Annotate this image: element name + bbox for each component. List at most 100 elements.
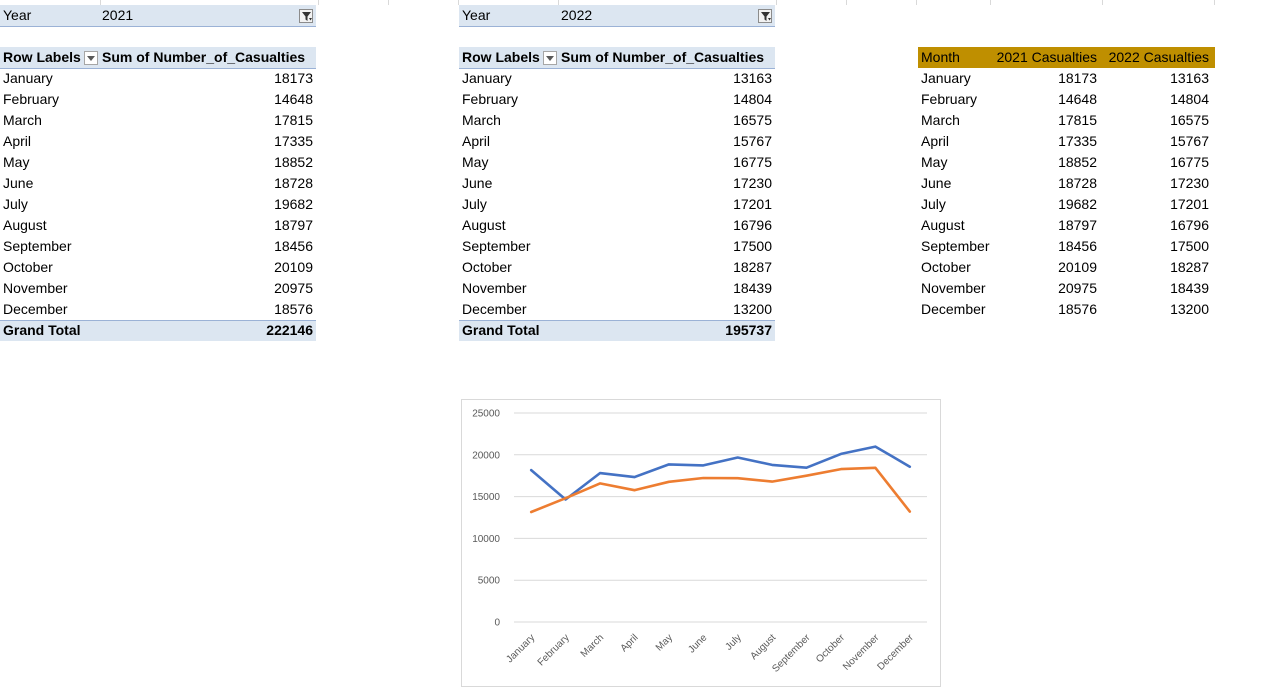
x-tick-label: January <box>504 632 537 665</box>
x-tick-label: June <box>686 632 709 655</box>
y-tick-label: 0 <box>494 618 500 629</box>
row-label-month[interactable]: April <box>462 131 490 152</box>
cmp-month: December <box>921 301 986 317</box>
cmp-month: May <box>921 154 948 170</box>
header-2021: 2021 Casualties <box>996 49 1097 65</box>
cmp-2022-value: 18287 <box>1170 259 1209 275</box>
row-value: 15767 <box>733 133 772 149</box>
cmp-month: August <box>921 217 965 233</box>
row-label-month[interactable]: September <box>3 236 71 257</box>
cmp-2021-value: 17335 <box>1058 133 1097 149</box>
row-value: 20975 <box>274 280 313 296</box>
cmp-2022-value: 16796 <box>1170 217 1209 233</box>
header-2022: 2022 Casualties <box>1108 49 1209 65</box>
row-labels-header: Row Labels <box>3 49 81 65</box>
report-filter-row <box>0 5 316 27</box>
row-label-month[interactable]: October <box>462 257 512 278</box>
row-label-month[interactable]: March <box>3 110 42 131</box>
x-tick-label: October <box>814 632 847 665</box>
x-tick-label: August <box>748 632 778 662</box>
row-label-month[interactable]: February <box>3 89 59 110</box>
row-value: 17500 <box>733 238 772 254</box>
row-label-month[interactable]: October <box>3 257 53 278</box>
y-tick-label: 15000 <box>472 492 500 503</box>
row-value: 13163 <box>733 70 772 86</box>
filter-label: Year <box>462 7 491 23</box>
cmp-month: April <box>921 133 950 149</box>
grand-total-value: 222146 <box>266 322 313 338</box>
chart-canvas: 0 5000 10000 15000 20000 25000 JanuaryFebruary… <box>472 409 927 675</box>
row-labels-header: Row Labels <box>462 49 540 65</box>
cmp-2022-value: 15767 <box>1170 133 1209 149</box>
row-label-month[interactable]: May <box>462 152 488 173</box>
cmp-2021-value: 17815 <box>1058 112 1097 128</box>
cmp-2021-value: 19682 <box>1058 196 1097 212</box>
row-labels-dropdown-icon[interactable] <box>543 51 557 65</box>
row-label-month[interactable]: November <box>462 278 527 299</box>
column-guide <box>776 0 777 5</box>
row-value: 18456 <box>274 238 313 254</box>
filter-label: Year <box>3 7 32 23</box>
x-tick-label: May <box>654 632 675 653</box>
row-value: 17335 <box>274 133 313 149</box>
row-label-month[interactable]: June <box>3 173 33 194</box>
row-label-month[interactable]: September <box>462 236 530 257</box>
cmp-month: October <box>921 259 971 275</box>
row-label-month[interactable]: August <box>3 215 47 236</box>
column-guide <box>1214 0 1215 5</box>
row-label-month[interactable]: July <box>462 194 487 215</box>
row-value: 14648 <box>274 91 313 107</box>
row-value: 18287 <box>733 259 772 275</box>
row-label-month[interactable]: November <box>3 278 68 299</box>
sum-header: Sum of Number_of_Casualties <box>102 49 306 65</box>
row-label-month[interactable]: April <box>3 131 31 152</box>
row-label-month[interactable]: December <box>462 299 527 320</box>
cmp-2022-value: 17230 <box>1170 175 1209 191</box>
cmp-2021-value: 18456 <box>1058 238 1097 254</box>
cmp-2022-value: 13163 <box>1170 70 1209 86</box>
cmp-2022-value: 17201 <box>1170 196 1209 212</box>
row-value: 16796 <box>733 217 772 233</box>
cmp-2022-value: 13200 <box>1170 301 1209 317</box>
column-guide <box>916 0 917 5</box>
column-guide <box>846 0 847 5</box>
cmp-month: January <box>921 70 971 86</box>
cmp-month: September <box>921 238 990 254</box>
row-label-month[interactable]: January <box>462 68 512 89</box>
row-label-month[interactable]: July <box>3 194 28 215</box>
grand-total-value: 195737 <box>725 322 772 338</box>
filter-value[interactable]: 2022 <box>561 5 592 26</box>
y-tick-label: 20000 <box>472 450 500 461</box>
row-label-month[interactable]: March <box>462 110 501 131</box>
column-guide <box>990 0 991 5</box>
cmp-2021-value: 18728 <box>1058 175 1097 191</box>
row-label-month[interactable]: February <box>462 89 518 110</box>
x-tick-label: December <box>876 632 917 673</box>
filter-value[interactable]: 2021 <box>102 5 133 26</box>
y-tick-label: 25000 <box>472 409 500 420</box>
row-value: 20109 <box>274 259 313 275</box>
sum-header: Sum of Number_of_Casualties <box>561 49 765 65</box>
cmp-2021-value: 18797 <box>1058 217 1097 233</box>
x-tick-label: September <box>770 632 813 675</box>
row-label-month[interactable]: January <box>3 68 53 89</box>
row-label-month[interactable]: June <box>462 173 492 194</box>
series-line-2[interactable] <box>529 466 912 514</box>
filter-funnel-icon[interactable] <box>299 9 313 23</box>
cmp-2021-value: 20975 <box>1058 280 1097 296</box>
row-label-month[interactable]: December <box>3 299 68 320</box>
row-label-month[interactable]: August <box>462 215 506 236</box>
report-filter-row <box>459 5 775 27</box>
row-value: 18439 <box>733 280 772 296</box>
row-value: 17201 <box>733 196 772 212</box>
grand-total-label: Grand Total <box>462 322 540 338</box>
cmp-2021-value: 18173 <box>1058 70 1097 86</box>
column-guide <box>1102 0 1103 5</box>
row-value: 17815 <box>274 112 313 128</box>
filter-funnel-icon[interactable] <box>758 9 772 23</box>
line-chart[interactable]: 0 5000 10000 15000 20000 25000 January February… <box>461 399 941 687</box>
cmp-2022-value: 16775 <box>1170 154 1209 170</box>
row-labels-dropdown-icon[interactable] <box>84 51 98 65</box>
row-label-month[interactable]: May <box>3 152 29 173</box>
row-value: 18852 <box>274 154 313 170</box>
